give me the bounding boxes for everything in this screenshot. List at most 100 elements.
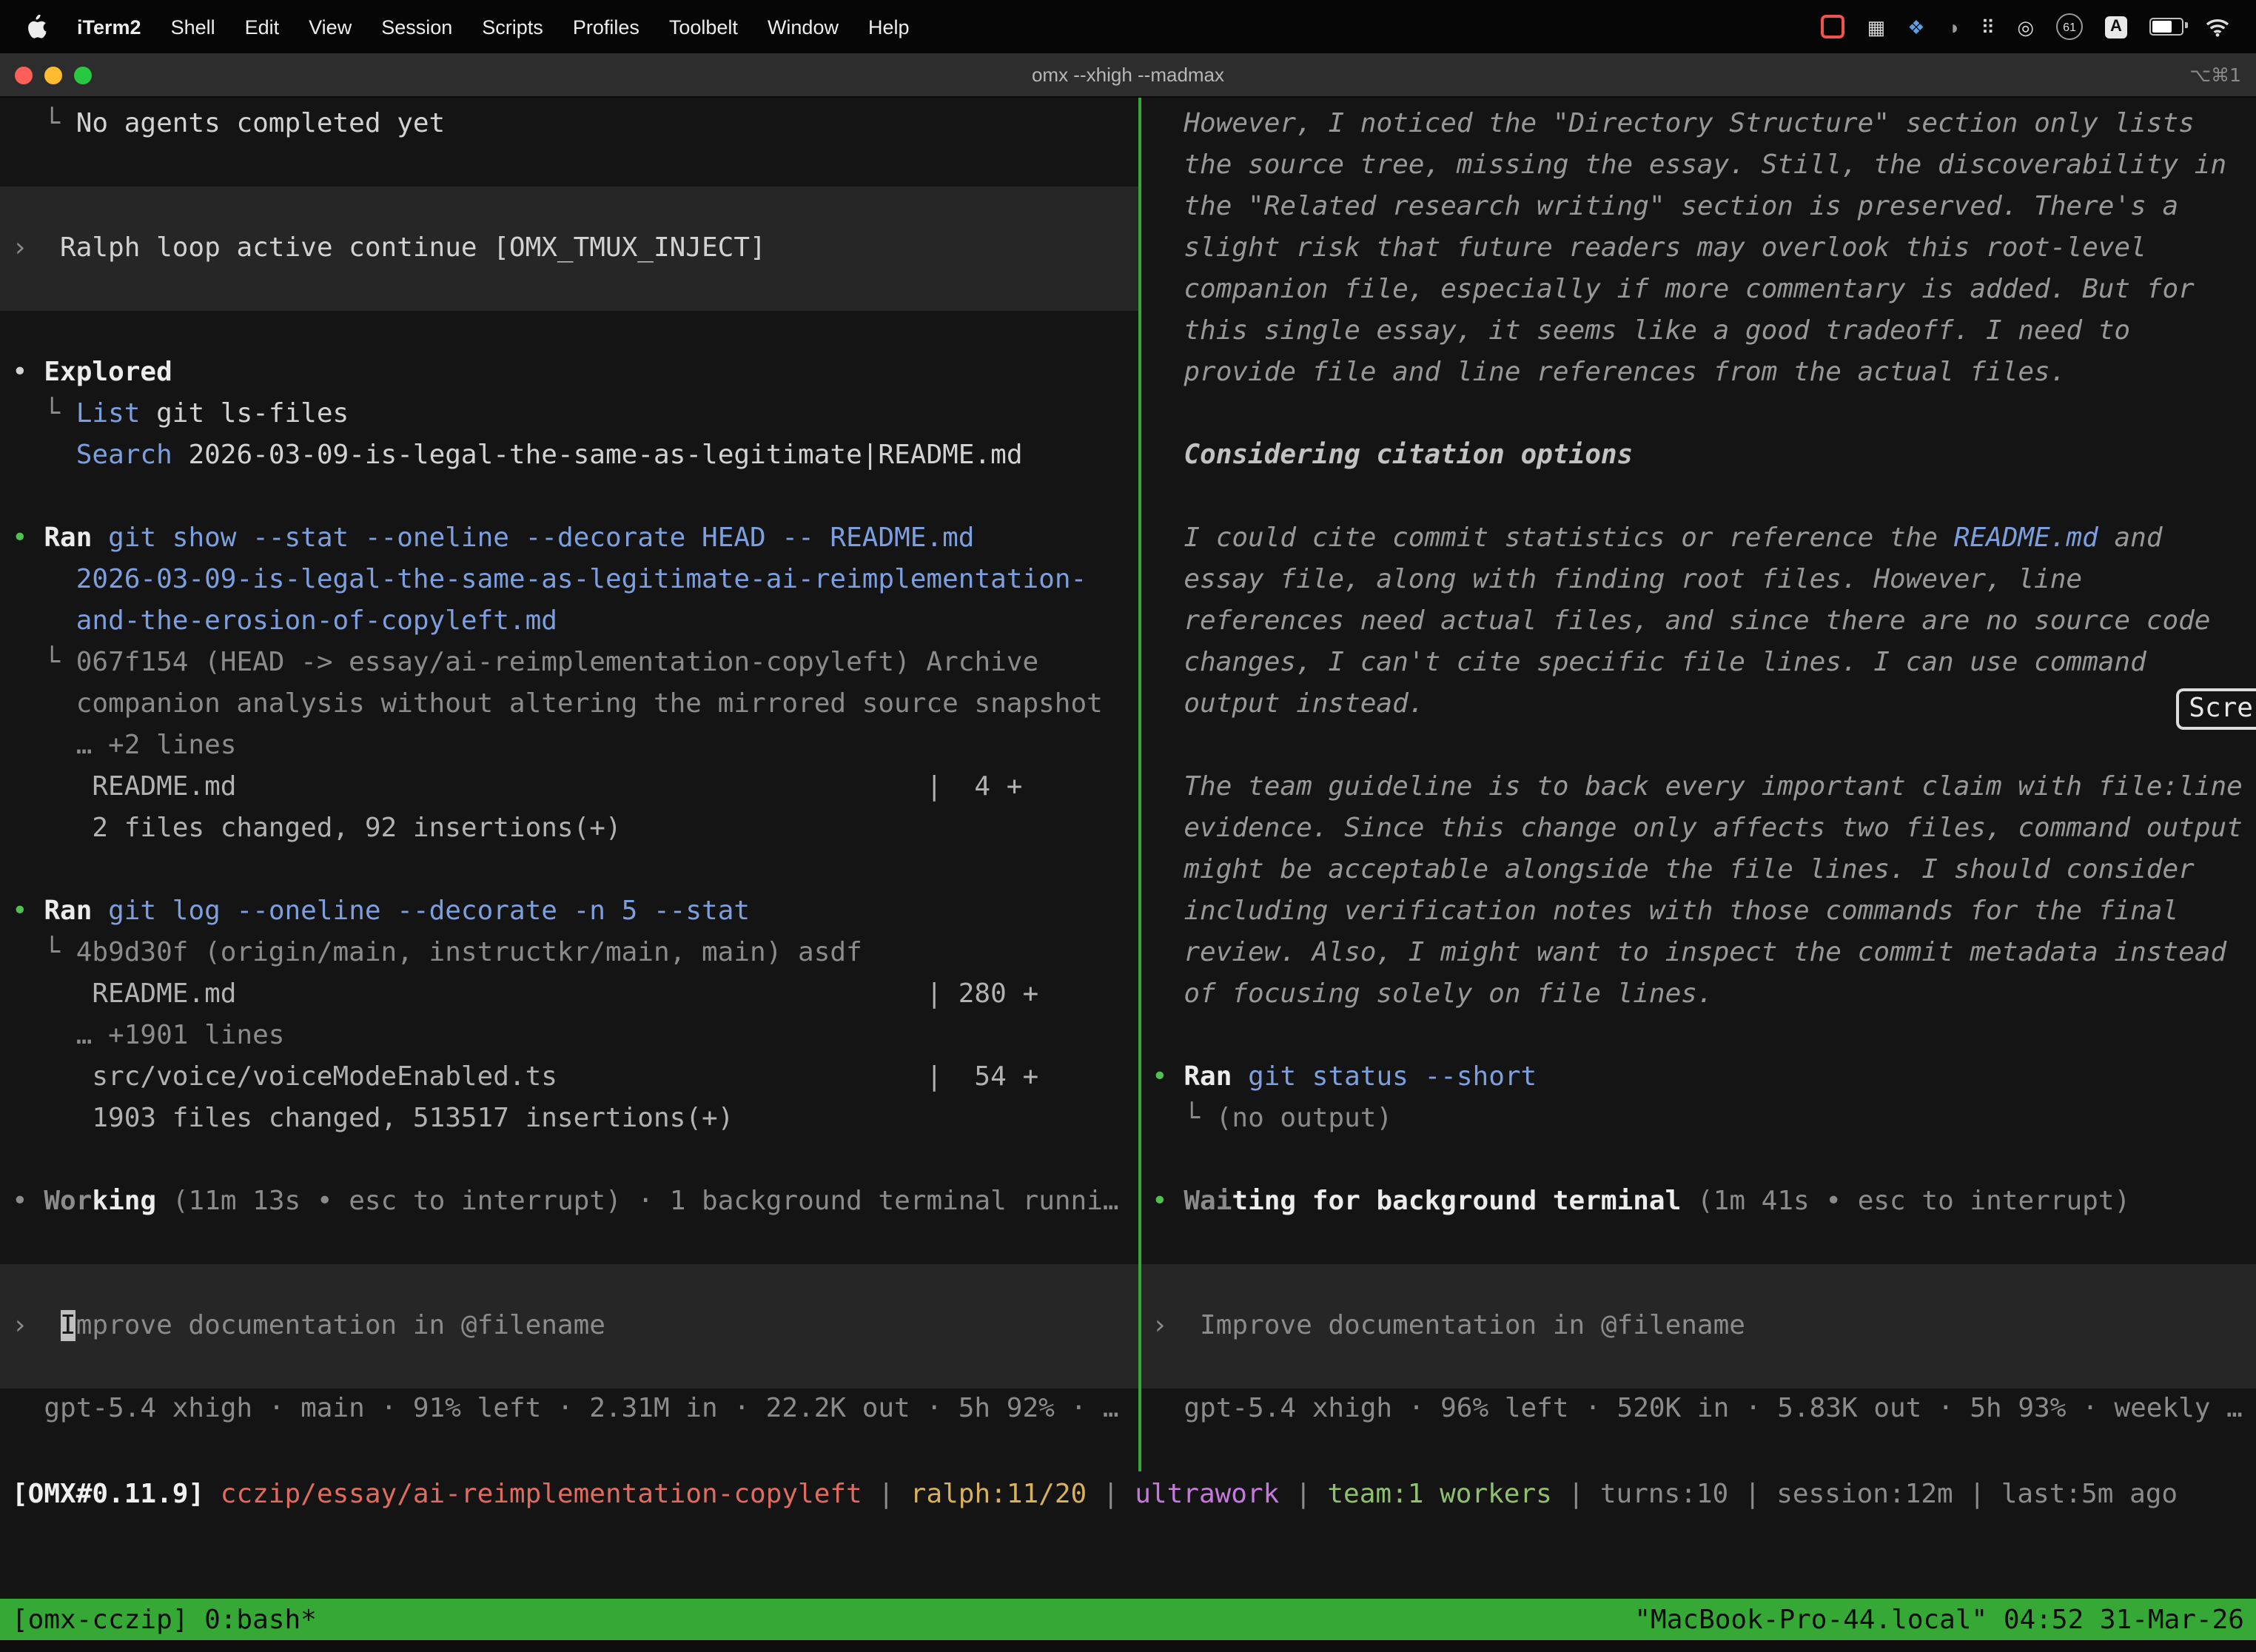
terminal-line	[1141, 1223, 2256, 1264]
text-segment: README.md	[1954, 523, 2098, 554]
terminal-line: changes, I can't cite specific file line…	[1141, 642, 2256, 684]
prompt-input[interactable]: › Improve documentation in @filename	[1141, 1264, 2256, 1389]
text-segment: of focusing solely on file lines.	[1152, 978, 1713, 1010]
text-segment: Improve documentation in @filename	[1200, 1310, 1745, 1341]
omx-status-segment: turns:10 | session:12m | last:5m ago	[1600, 1478, 2178, 1509]
terminal-line: this single essay, it seems like a good …	[1141, 311, 2256, 352]
terminal-line: README.md | 4 +	[0, 767, 1138, 808]
terminal-line	[0, 311, 1138, 352]
close-button[interactable]	[15, 66, 33, 84]
prompt-input-text: › Improve documentation in @filename	[1141, 1306, 1745, 1347]
session-status-line: gpt-5.4 xhigh · 96% left · 520K in · 5.8…	[1141, 1389, 2256, 1430]
terminal-line: └ List git ls-files	[0, 394, 1138, 435]
terminal-line: provide file and line references from th…	[1141, 352, 2256, 394]
terminal-line: README.md | 280 +	[0, 974, 1138, 1015]
terminal-line: the source tree, missing the essay. Stil…	[1141, 145, 2256, 187]
menu-profiles[interactable]: Profiles	[573, 16, 639, 38]
input-source-icon[interactable]: A	[2105, 16, 2127, 38]
text-segment: might be acceptable alongside the file l…	[1152, 854, 2195, 885]
text-segment: •	[12, 896, 44, 927]
text-segment: and	[2098, 523, 2163, 554]
window-title: omx --xhigh --madmax	[0, 64, 2256, 86]
text-segment: 2026-03-09-is-legal-the-same-as-legitima…	[76, 564, 1087, 595]
terminal-line: slight risk that future readers may over…	[1141, 228, 2256, 269]
text-segment: review. Also, I might want to inspect th…	[1152, 937, 2226, 968]
text-segment: (11m 13s • esc to interrupt) · 1 backgro…	[172, 1186, 1119, 1217]
apple-icon[interactable]	[27, 15, 47, 38]
app-icon-blue[interactable]: ❖	[1907, 17, 1924, 36]
text-segment: Explored	[44, 357, 172, 388]
menu-window[interactable]: Window	[768, 16, 839, 38]
text-segment: essay file, along with finding root file…	[1152, 564, 2082, 595]
text-segment: •	[12, 357, 44, 388]
menu-edit[interactable]: Edit	[245, 16, 280, 38]
grid-icon[interactable]: ▦	[1867, 17, 1886, 36]
text-segment: git status --short	[1248, 1061, 1537, 1092]
text-segment: changes, I can't cite specific file line…	[1152, 647, 2146, 678]
terminal-line: … +1901 lines	[0, 1015, 1138, 1057]
terminal-line	[0, 1140, 1138, 1181]
notification-popup: Scre	[2175, 688, 2256, 730]
menu-shell[interactable]: Shell	[171, 16, 215, 38]
omx-status-line: [OMX#0.11.9] cczip/essay/ai-reimplementa…	[0, 1471, 2256, 1516]
terminal-line: and-the-erosion-of-copyleft.md	[0, 601, 1138, 642]
text-segment: git log --oneline --decorate -n 5 --stat	[108, 896, 750, 927]
zoom-button[interactable]	[74, 66, 92, 84]
menu-scripts[interactable]: Scripts	[482, 16, 543, 38]
text-segment: ting for background terminal	[1232, 1186, 1681, 1217]
text-segment	[1232, 1061, 1248, 1092]
terminal-line: Considering citation options	[1141, 435, 2256, 477]
terminal-line: • Ran git status --short	[1141, 1057, 2256, 1098]
terminal-line: essay file, along with finding root file…	[1141, 560, 2256, 601]
terminal-line: • Working (11m 13s • esc to interrupt) ·…	[0, 1181, 1138, 1223]
terminal-line	[0, 477, 1138, 518]
omx-status-segment: ralph:11/20	[910, 1478, 1087, 1509]
menu-toolbelt[interactable]: Toolbelt	[669, 16, 738, 38]
text-segment: Ran	[44, 523, 92, 554]
text-segment: including verification notes with those …	[1152, 896, 2178, 927]
terminal-line: └ 4b9d30f (origin/main, instructkr/main,…	[0, 933, 1138, 974]
terminal-line: └ No agents completed yet	[0, 104, 1138, 145]
terminal-panes: └ No agents completed yet› Ralph loop ac…	[0, 98, 2256, 1471]
terminal-line: • Explored	[0, 352, 1138, 394]
menu-status-icons: ▦ ❖ ◑ ⠿ ◎ 61 A	[1822, 13, 2241, 40]
prompt-input[interactable]: › Improve documentation in @filename	[0, 1264, 1138, 1389]
terminal-line: output instead.	[1141, 684, 2256, 725]
menu-help[interactable]: Help	[868, 16, 910, 38]
terminal-line: I could cite commit statistics or refere…	[1141, 518, 2256, 560]
menu-view[interactable]: View	[309, 16, 352, 38]
text-segment	[156, 1186, 172, 1217]
terminal-line	[0, 850, 1138, 891]
text-segment: No agents completed yet	[76, 108, 446, 139]
battery-gauge-icon[interactable]: 61	[2056, 13, 2083, 40]
wifi-icon[interactable]	[2206, 17, 2229, 36]
dots-grid-icon[interactable]: ⠿	[1981, 17, 1995, 36]
window-title-bar[interactable]: omx --xhigh --madmax ⌥⌘1	[0, 53, 2256, 98]
session-status-line: gpt-5.4 xhigh · main · 91% left · 2.31M …	[0, 1389, 1138, 1430]
terminal-pane-left[interactable]: └ No agents completed yet› Ralph loop ac…	[0, 98, 1138, 1471]
terminal-line: … +2 lines	[0, 725, 1138, 767]
text-segment: 2 files changed, 92 insertions(+)	[12, 813, 622, 844]
text-segment: └	[12, 647, 76, 678]
minimize-button[interactable]	[44, 66, 62, 84]
terminal-line: • Waiting for background terminal (1m 41…	[1141, 1181, 2256, 1223]
menu-session[interactable]: Session	[381, 16, 452, 38]
terminal-line: companion file, especially if more comme…	[1141, 269, 2256, 311]
text-segment	[12, 605, 76, 637]
menu-iterm2[interactable]: iTerm2	[77, 16, 141, 38]
text-segment: └	[12, 108, 76, 139]
screen-recording-stop-icon[interactable]	[1822, 15, 1845, 38]
terminal-pane-right[interactable]: However, I noticed the "Directory Struct…	[1141, 98, 2256, 1471]
battery-icon[interactable]	[2149, 18, 2183, 36]
app-icon-dark[interactable]: ◑	[1947, 17, 1959, 36]
text-segment	[12, 564, 76, 595]
text-segment: Ran	[1184, 1061, 1232, 1092]
app-icon-round[interactable]: ◎	[2017, 17, 2034, 36]
text-segment	[12, 440, 76, 471]
text-segment: provide file and line references from th…	[1152, 357, 2066, 388]
text-segment: companion file, especially if more comme…	[1152, 274, 2195, 305]
tmux-session-window[interactable]: [omx-cczip] 0:bash*	[12, 1604, 317, 1635]
text-segment: mprove documentation in @filename	[76, 1310, 605, 1341]
text-segment: 2026-03-09-is-legal-the-same-as-legitima…	[172, 440, 1023, 471]
text-segment	[1681, 1186, 1697, 1217]
